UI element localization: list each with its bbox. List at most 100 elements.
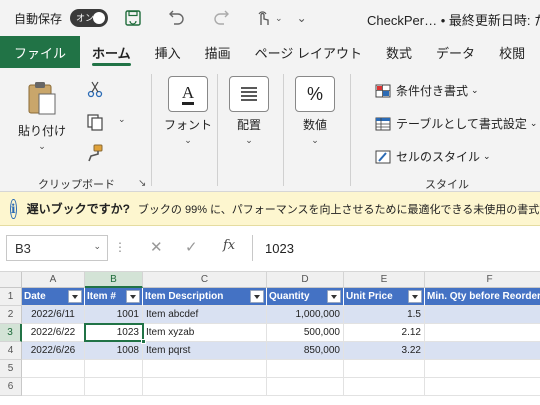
format-painter-icon[interactable] [86,144,104,165]
filter-dropdown-icon[interactable] [408,290,422,303]
undo-icon[interactable] [166,7,188,29]
chevron-down-icon: ⌄ [245,135,253,145]
info-bar: i 遅いブックですか? ブックの 99% に、パフォーマンスを向上させるために最… [0,192,540,226]
redo-icon[interactable] [210,7,232,29]
filter-dropdown-icon[interactable] [327,290,341,303]
table-cell[interactable] [344,360,425,378]
table-cell[interactable] [425,306,540,324]
column-header-e[interactable]: E [344,272,425,288]
paste-button[interactable]: 貼り付け ⌄ [18,80,66,152]
table-header-date[interactable]: Date [22,288,85,306]
cancel-icon[interactable]: ✕ [150,238,163,256]
table-cell[interactable]: 1008 [85,342,143,360]
worksheet-grid[interactable]: A B C D E F 1 2 3 4 5 6 Date Item # Item… [0,272,540,405]
row-header-5[interactable]: 5 [0,360,22,378]
table-cell[interactable] [425,360,540,378]
table-cell[interactable] [425,378,540,396]
formula-input[interactable]: 1023 [252,235,540,261]
format-as-table-button[interactable]: テーブルとして書式設定 ⌄ [374,115,537,132]
alignment-button[interactable]: 配置 ⌄ [229,76,269,146]
chevron-down-icon: ⌄ [483,151,491,161]
tab-draw[interactable]: 描画 [193,36,243,68]
tab-file[interactable]: ファイル [0,36,81,68]
table-cell[interactable]: 1.5 [344,306,425,324]
tab-home[interactable]: ホーム [80,36,143,68]
table-cell[interactable]: Item pqrst [143,342,267,360]
autosave-toggle[interactable]: オン [70,9,109,27]
font-button[interactable]: A フォント ⌄ [164,76,212,146]
document-title: CheckPer… • 最終更新日時: た [367,13,540,28]
table-header-item-number[interactable]: Item # [85,288,143,306]
copy-icon[interactable] [86,113,104,134]
table-cell[interactable] [344,378,425,396]
table-cell[interactable] [425,324,540,342]
more-icon[interactable]: ⋮ [114,240,126,254]
select-all-corner[interactable] [0,272,22,288]
touch-mode-icon[interactable] [252,7,274,29]
row-header-2[interactable]: 2 [0,306,22,324]
column-header-f[interactable]: F [425,272,540,288]
table-cell[interactable]: 1001 [85,306,143,324]
row-header-3[interactable]: 3 [0,324,22,342]
table-cell[interactable]: 2.12 [344,324,425,342]
table-cell[interactable] [22,360,85,378]
table-cell[interactable] [85,378,143,396]
table-cell[interactable]: 850,000 [267,342,344,360]
tab-insert[interactable]: 挿入 [143,36,193,68]
fill-handle[interactable] [141,339,146,344]
table-cell[interactable] [22,378,85,396]
chevron-down-icon[interactable]: ⌄ [38,141,46,152]
table-cell[interactable] [425,342,540,360]
table-cell-active[interactable]: 1023 [85,324,143,342]
title-bar: 自動保存 オン ⌄ ⌄ CheckPer… • 最終更新日時: た [0,0,540,36]
table-header-min-qty[interactable]: Min. Qty before Reorder [425,288,540,306]
cell-styles-button[interactable]: セルのスタイル ⌄ [374,148,491,165]
tab-review[interactable]: 校閲 [487,36,537,68]
table-cell[interactable]: Item abcdef [143,306,267,324]
name-box[interactable]: B3 ⌄ [6,235,108,261]
info-icon: i [10,198,17,219]
table-header-unit-price[interactable]: Unit Price [344,288,425,306]
table-cell[interactable] [267,378,344,396]
table-cell[interactable]: 2022/6/11 [22,306,85,324]
row-header-1[interactable]: 1 [0,288,22,306]
format-as-table-label: テーブルとして書式設定 [396,117,527,131]
table-cell[interactable] [143,378,267,396]
conditional-format-label: 条件付き書式 [396,84,469,98]
table-cell[interactable]: 2022/6/22 [22,324,85,342]
chevron-down-icon[interactable]: ⌄ [93,241,101,252]
table-cell[interactable]: 3.22 [344,342,425,360]
number-button[interactable]: % 数値 ⌄ [295,76,335,146]
insert-function-icon[interactable]: fx [223,238,235,253]
table-cell[interactable]: Item xyzab [143,324,267,342]
column-header-a[interactable]: A [22,272,85,288]
table-header-quantity[interactable]: Quantity [267,288,344,306]
customize-toolbar-icon[interactable]: ⌄ [297,11,307,25]
table-cell[interactable]: 500,000 [267,324,344,342]
column-header-c[interactable]: C [143,272,267,288]
column-header-b[interactable]: B [85,272,143,288]
chevron-down-icon[interactable]: ⌄ [118,114,126,125]
table-cell[interactable]: 1,000,000 [267,306,344,324]
row-header-6[interactable]: 6 [0,378,22,396]
cut-icon[interactable] [86,80,104,101]
chevron-down-icon[interactable]: ⌄ [275,13,283,24]
tab-page-layout[interactable]: ページ レイアウト [243,36,374,68]
conditional-format-button[interactable]: 条件付き書式 ⌄ [374,82,479,99]
table-header-item-description[interactable]: Item Description [143,288,267,306]
filter-dropdown-icon[interactable] [250,290,264,303]
table-cell[interactable] [143,360,267,378]
column-header-d[interactable]: D [267,272,344,288]
table-cell[interactable] [267,360,344,378]
filter-dropdown-icon[interactable] [68,290,82,303]
font-color-icon: A [168,76,208,112]
tab-data[interactable]: データ [424,36,487,68]
save-icon[interactable] [122,7,144,29]
tab-formulas[interactable]: 数式 [374,36,424,68]
dialog-launcher-icon[interactable]: ↘ [138,178,146,189]
enter-icon[interactable]: ✓ [185,238,198,256]
table-cell[interactable] [85,360,143,378]
table-cell[interactable]: 2022/6/26 [22,342,85,360]
row-header-4[interactable]: 4 [0,342,22,360]
filter-dropdown-icon[interactable] [126,290,140,303]
